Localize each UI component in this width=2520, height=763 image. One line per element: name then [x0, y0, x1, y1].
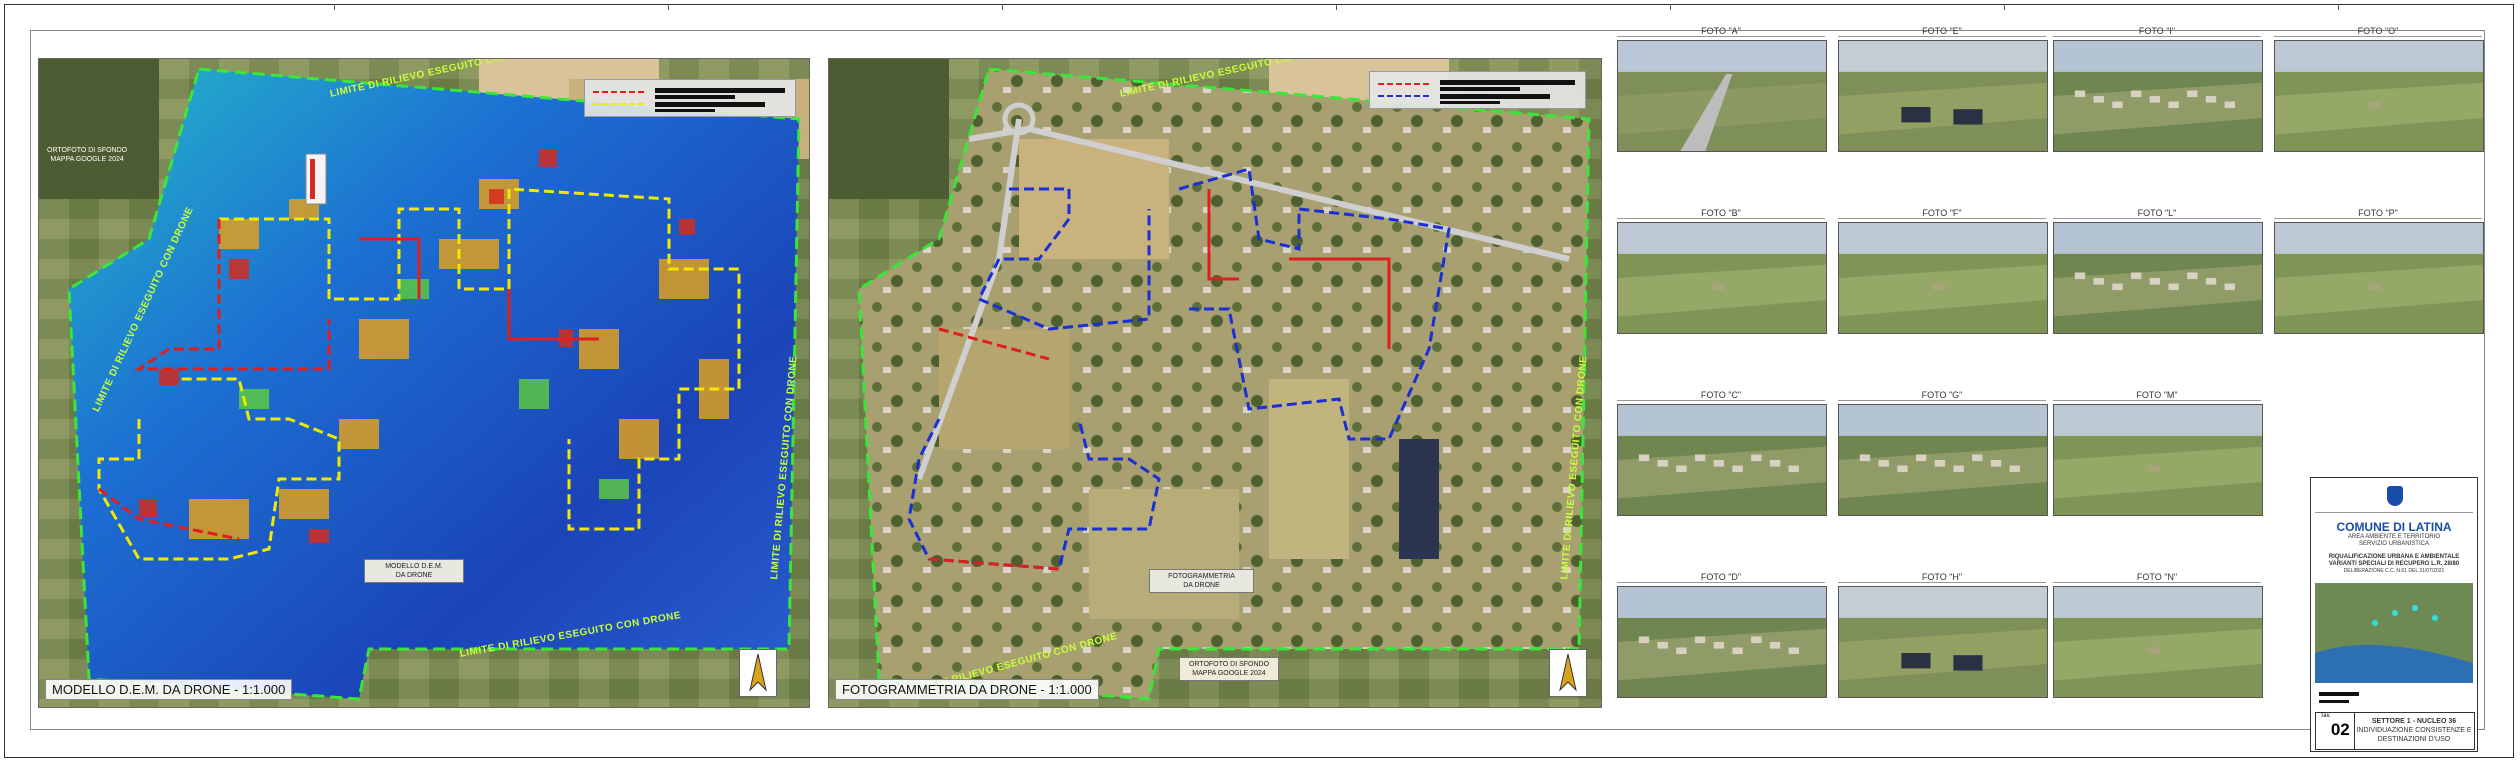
photo-label: FOTO "F" [1838, 208, 2046, 219]
aerial-photo [2274, 222, 2484, 334]
dem-background-note: ORTOFOTO DI SFONDO MAPPA GOOGLE 2024 [47, 147, 128, 163]
sheet-number: 02 [2330, 720, 2350, 739]
project-line-2: VARIANTI SPECIALI DI RECUPERO L.R. 28/80 [2328, 561, 2460, 567]
photogrammetry-map: LIMITE DI RILIEVO ESEGUITO CON DRONE LIM… [828, 58, 1602, 708]
photogrammetry-map-graphic [829, 59, 1601, 707]
photo-legend [1369, 71, 1586, 109]
north-arrow-icon [739, 649, 777, 697]
dem-legend-graphic [593, 88, 785, 112]
sheet-prefix: Tav. [2320, 713, 2331, 719]
title-block-organization: COMUNE DI LATINA AREA AMBIENTE E TERRITO… [2315, 520, 2473, 575]
photo-label: FOTO "N" [2053, 572, 2261, 583]
department-line-1: AREA AMBIENTE E TERRITORIO [2347, 534, 2441, 540]
photo-label: FOTO "C" [1617, 390, 1825, 401]
photo-label: FOTO "P" [2274, 208, 2482, 219]
sheet-number-box: Tav.02 [2316, 713, 2355, 749]
dem-map-caption: MODELLO D.E.M. DA DRONE - 1:1.000 [45, 679, 293, 700]
sheet-title-line-2: INDIVIDUAZIONE CONSISTENZE E [2356, 727, 2472, 734]
dem-map-graphic [39, 59, 809, 707]
north-arrow-icon [1549, 649, 1587, 697]
photo-legend-graphic [1378, 80, 1575, 104]
photo-label: FOTO "M" [2053, 390, 2261, 401]
project-line-1: RIQUALIFICAZIONE URBANA E AMBIENTALE [2328, 554, 2460, 560]
municipal-crest-icon [2387, 486, 2403, 506]
aerial-photo [2053, 222, 2263, 334]
aerial-photo [1617, 222, 1827, 334]
sheet-title-line-1: SETTORE 1 - NUCLEO 36 [2371, 718, 2457, 725]
title-block-notes [2315, 688, 2473, 710]
dem-legend [584, 79, 796, 117]
frame-tick [2338, 4, 2339, 10]
municipality-name: COMUNE DI LATINA [2336, 520, 2452, 534]
aerial-photo [2053, 404, 2263, 516]
photo-label: FOTO "L" [2053, 208, 2261, 219]
frame-tick [1002, 4, 1003, 10]
aerial-photo [2274, 40, 2484, 152]
dem-inset-label: MODELLO D.E.M. DA DRONE [364, 559, 464, 583]
sheet-identifier: Tav.02 SETTORE 1 - NUCLEO 36 INDIVIDUAZI… [2315, 712, 2475, 750]
photo-label: FOTO "E" [1838, 26, 2046, 37]
title-block-locator-map [2315, 583, 2473, 683]
frame-tick [668, 4, 669, 10]
title-block-header [2315, 482, 2473, 513]
sheet-title: SETTORE 1 - NUCLEO 36 INDIVIDUAZIONE CON… [2356, 717, 2472, 744]
aerial-photo [1838, 586, 2048, 698]
department-line-2: SERVIZIO URBANISTICA [2359, 541, 2429, 547]
photo-label: FOTO "O" [2274, 26, 2482, 37]
photo-label: FOTO "I" [2053, 26, 2261, 37]
aerial-photo [2053, 40, 2263, 152]
frame-tick [1670, 4, 1671, 10]
dem-map: LIMITE DI RILIEVO ESEGUITO CON DRONE LIM… [38, 58, 810, 708]
aerial-photo [2053, 586, 2263, 698]
photogrammetry-map-caption: FOTOGRAMMETRIA DA DRONE - 1:1.000 [835, 679, 1099, 700]
title-block: COMUNE DI LATINA AREA AMBIENTE E TERRITO… [2310, 477, 2478, 752]
photo-label: FOTO "A" [1617, 26, 1825, 37]
resolution-line: DELIBERAZIONE C.C. N.61 DEL 31/07/2021 [2343, 568, 2445, 574]
frame-tick [1336, 4, 1337, 10]
aerial-photo [1617, 586, 1827, 698]
aerial-photo [1617, 40, 1827, 152]
frame-tick [334, 4, 335, 10]
photo-label: FOTO "H" [1838, 572, 2046, 583]
aerial-photo [1838, 404, 2048, 516]
sheet-title-line-3: DESTINAZIONI D'USO [2377, 736, 2451, 743]
photo-inset-label: FOTOGRAMMETRIA DA DRONE [1149, 569, 1254, 593]
photo-background-note: ORTOFOTO DI SFONDO MAPPA GOOGLE 2024 [1179, 657, 1279, 681]
aerial-photo [1617, 404, 1827, 516]
aerial-photo [1838, 222, 2048, 334]
photo-label: FOTO "G" [1838, 390, 2046, 401]
aerial-photo [1838, 40, 2048, 152]
photo-label: FOTO "B" [1617, 208, 1825, 219]
photo-label: FOTO "D" [1617, 572, 1825, 583]
frame-tick [2004, 4, 2005, 10]
